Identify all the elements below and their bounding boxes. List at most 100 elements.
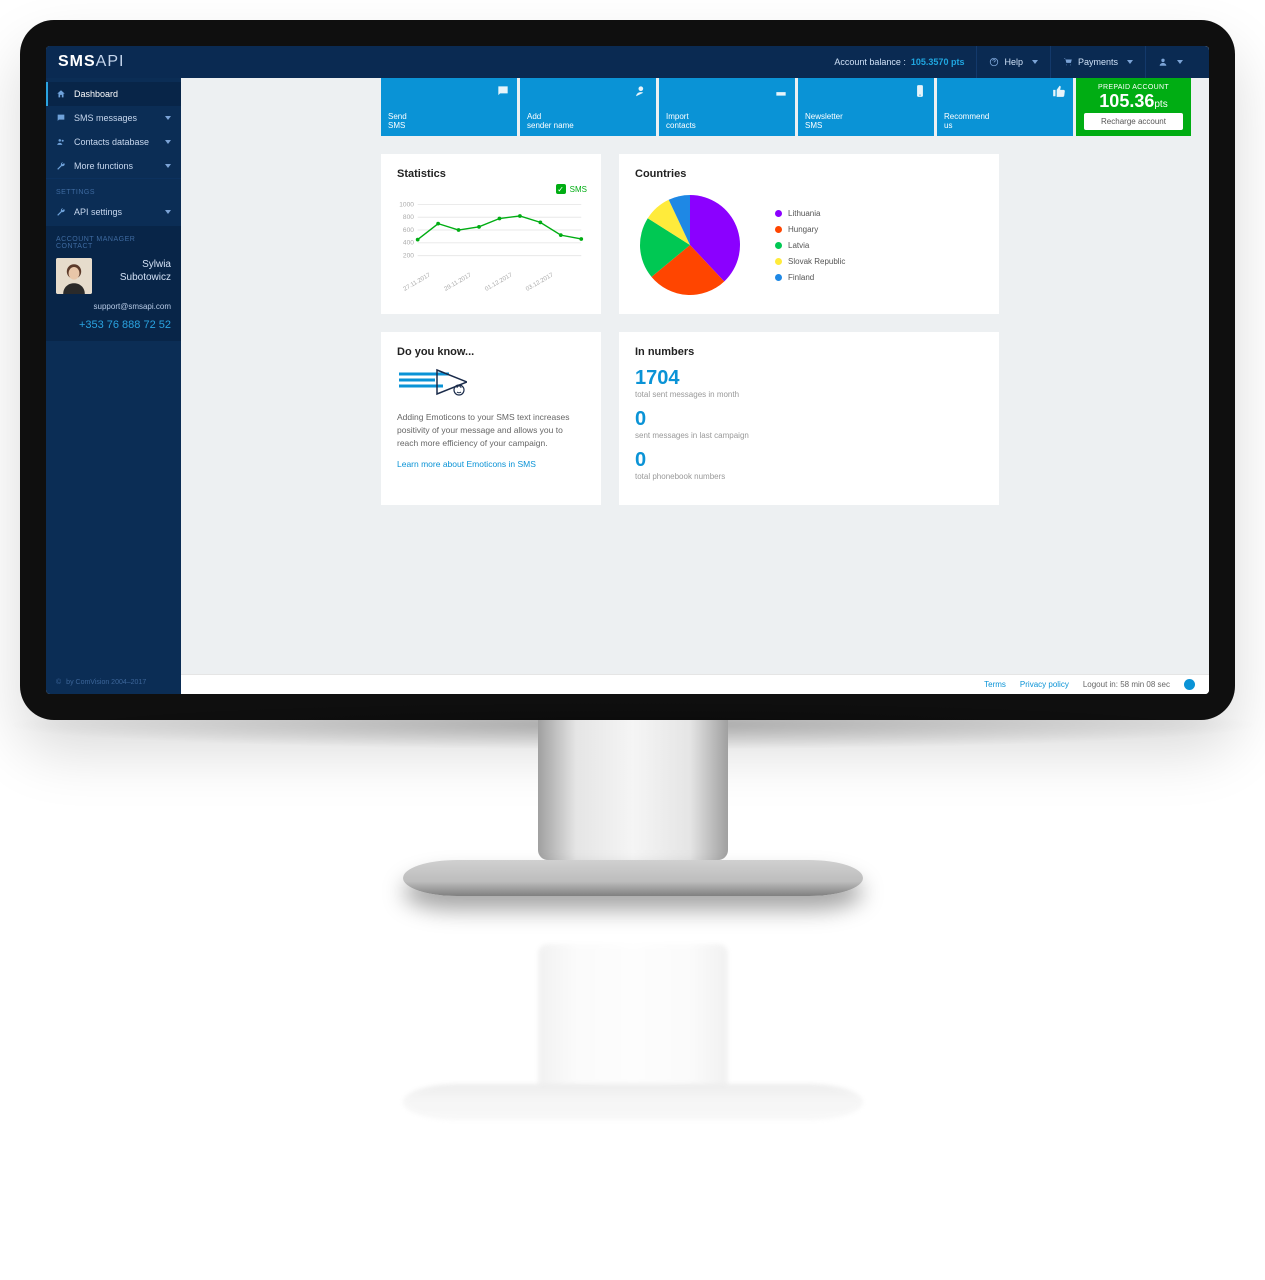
footer: Terms Privacy policy Logout in: 58 min 0… [181, 674, 1209, 694]
content: Send SMS Add sender name Import contacts… [181, 78, 1209, 674]
user-menu[interactable] [1146, 46, 1195, 78]
chevron-down-icon [165, 164, 171, 168]
tile-add-sender-name[interactable]: Add sender name [520, 78, 656, 136]
legend-dot [775, 242, 782, 249]
statistics-legend[interactable]: ✓ SMS [556, 184, 587, 194]
legend-dot [775, 210, 782, 217]
manager-email[interactable]: support@smsapi.com [56, 302, 171, 311]
help-menu[interactable]: Help [977, 46, 1050, 78]
svg-text:200: 200 [403, 252, 414, 259]
svg-text:29.11.2017: 29.11.2017 [443, 271, 473, 292]
doyouknow-card: Do you know... Adding Emoticons to your … [381, 332, 601, 505]
svg-text:01.12.2017: 01.12.2017 [484, 271, 515, 293]
wrench-icon [56, 207, 66, 217]
settings-heading: SETTINGS [46, 179, 181, 200]
prepaid-value: 105.36pts [1084, 91, 1183, 112]
number-value: 0 [635, 409, 983, 429]
svg-text:03.12.2017: 03.12.2017 [525, 271, 556, 293]
copyright: © by ComVision 2004–2017 [46, 671, 181, 694]
tile-label: Send SMS [388, 112, 510, 130]
doyouknow-link[interactable]: Learn more about Emoticons in SMS [397, 459, 585, 469]
legend-item: Finland [775, 273, 845, 282]
doyouknow-title: Do you know... [397, 346, 585, 358]
nav-label: Dashboard [74, 89, 118, 99]
user-icon [1158, 57, 1168, 67]
number-label: total phonebook numbers [635, 472, 983, 481]
countries-legend: LithuaniaHungaryLatviaSlovak RepublicFin… [775, 209, 845, 282]
home-icon [56, 89, 66, 99]
legend-item: Lithuania [775, 209, 845, 218]
manager-phone[interactable]: +353 76 888 72 52 [56, 319, 171, 331]
tile-newsletter-sms[interactable]: Newsletter SMS [798, 78, 934, 136]
screen: SMSAPI Dashboard SMS messages Contacts d… [46, 46, 1209, 694]
monitor-frame: SMSAPI Dashboard SMS messages Contacts d… [20, 20, 1235, 720]
nav-label: SMS messages [74, 113, 137, 123]
numbers-title: In numbers [635, 346, 983, 358]
clock-icon [1184, 679, 1195, 690]
legend-dot [775, 226, 782, 233]
prepaid-units: pts [1154, 99, 1167, 110]
countries-title: Countries [635, 168, 983, 180]
terms-link[interactable]: Terms [984, 680, 1006, 689]
nav-sms-messages[interactable]: SMS messages [46, 106, 181, 130]
nav-api-settings[interactable]: API settings [46, 200, 181, 224]
privacy-link[interactable]: Privacy policy [1020, 680, 1069, 689]
copyright-text: by ComVision 2004–2017 [66, 679, 146, 686]
legend-label: Finland [788, 273, 814, 282]
countries-pie-chart [635, 190, 745, 300]
chevron-down-icon [165, 210, 171, 214]
chevron-down-icon [1127, 60, 1133, 64]
brand-bar: SMSAPI [46, 46, 181, 78]
chat-icon [56, 113, 66, 123]
user-plus-icon [635, 84, 649, 98]
tile-label: Import contacts [666, 112, 788, 130]
chevron-down-icon [1032, 60, 1038, 64]
help-label: Help [1004, 57, 1023, 67]
chat-icon [496, 84, 510, 98]
manager-name: Sylwia Subotowicz [100, 258, 171, 284]
number-label: sent messages in last campaign [635, 431, 983, 440]
manager-last: Subotowicz [100, 271, 171, 284]
payments-label: Payments [1078, 57, 1118, 67]
tile-label: Add sender name [527, 112, 649, 130]
account-manager-heading: ACCOUNT MANAGER CONTACT [56, 236, 171, 250]
nav: Dashboard SMS messages Contacts database… [46, 78, 181, 224]
recharge-button[interactable]: Recharge account [1084, 113, 1183, 130]
nav-label: More functions [74, 161, 133, 171]
nav-contacts-database[interactable]: Contacts database [46, 130, 181, 154]
legend-label: Latvia [788, 241, 809, 250]
legend-dot [775, 274, 782, 281]
number-block: 1704total sent messages in month [635, 368, 983, 399]
statistics-chart: 200400600800100027.11.201729.11.201701.1… [397, 198, 585, 288]
payments-menu[interactable]: Payments [1051, 46, 1145, 78]
doyouknow-text: Adding Emoticons to your SMS text increa… [397, 411, 585, 449]
phone-icon [913, 84, 927, 98]
account-manager-card: ACCOUNT MANAGER CONTACT Sylwia Subotowic… [46, 226, 181, 341]
nav-label: API settings [74, 207, 122, 217]
tile-send-sms[interactable]: Send SMS [381, 78, 517, 136]
brand-sub: API [96, 53, 125, 70]
number-value: 1704 [635, 368, 983, 388]
checkbox-icon: ✓ [556, 184, 566, 194]
account-balance: Account balance : 105.3570 pts [822, 46, 976, 78]
avatar [56, 258, 92, 294]
legend-label: Hungary [788, 225, 818, 234]
chevron-down-icon [1177, 60, 1183, 64]
chevron-down-icon [165, 140, 171, 144]
wrench-icon [56, 161, 66, 171]
envelope-icon [397, 368, 585, 401]
topbar: Account balance : 105.3570 pts Help Paym… [181, 46, 1209, 78]
nav-more-functions[interactable]: More functions [46, 154, 181, 178]
prepaid-label: PREPAID ACCOUNT [1084, 84, 1183, 91]
statistics-title: Statistics [397, 168, 585, 180]
nav-dashboard[interactable]: Dashboard [46, 82, 181, 106]
svg-text:1000: 1000 [399, 201, 414, 208]
countries-card: Countries LithuaniaHungaryLatviaSlovak R… [619, 154, 999, 314]
tile-recommend-us[interactable]: Recommend us [937, 78, 1073, 136]
tile-import-contacts[interactable]: Import contacts [659, 78, 795, 136]
brand-main: SMS [58, 53, 96, 70]
legend-label: Lithuania [788, 209, 820, 218]
sidebar: SMSAPI Dashboard SMS messages Contacts d… [46, 46, 181, 694]
brand-logo: SMSAPI [58, 53, 124, 71]
import-icon [774, 84, 788, 98]
